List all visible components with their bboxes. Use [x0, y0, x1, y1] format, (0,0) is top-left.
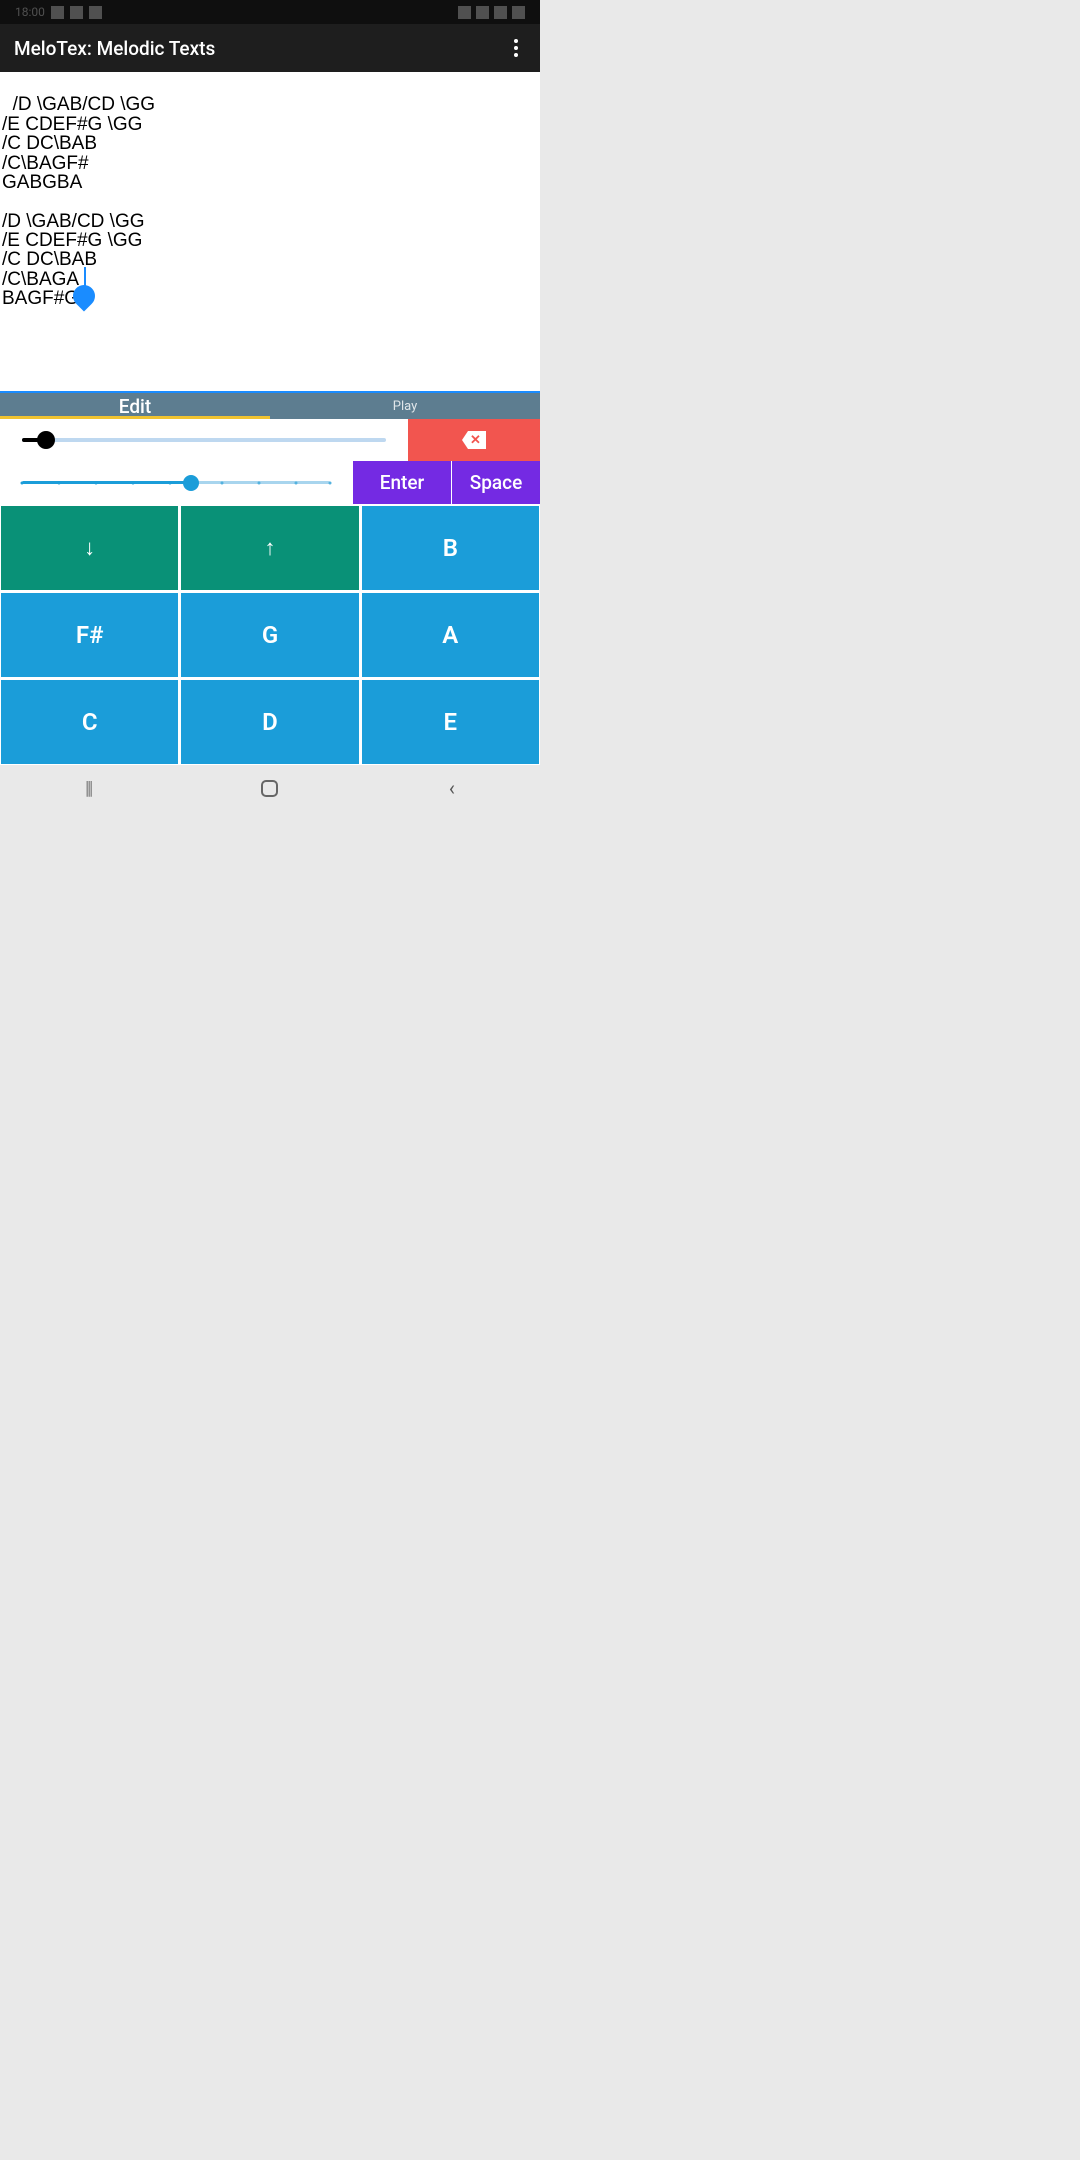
more-options-icon[interactable] [506, 31, 526, 65]
key-octave-up[interactable]: ↑ [181, 506, 358, 590]
signal-icon [494, 6, 507, 19]
octave-slider[interactable] [22, 438, 386, 442]
android-nav-bar: ||| ‹ [0, 765, 540, 811]
status-bar: 18:00 [0, 0, 540, 24]
tab-play-label: Play [393, 399, 418, 414]
key-label: B [443, 534, 458, 562]
key-label: D [262, 708, 278, 736]
key-note-c[interactable]: C [1, 680, 178, 764]
nav-recent-button[interactable]: ||| [85, 778, 91, 799]
app-title: MeloTex: Melodic Texts [14, 37, 215, 60]
check-icon [89, 6, 102, 19]
melody-editor[interactable]: /D \GAB/CD \GG /E CDEF#G \GG /C DC\BAB /… [0, 72, 540, 391]
tempo-slider-wrap [0, 461, 352, 504]
key-octave-down[interactable]: ↓ [1, 506, 178, 590]
enter-button-label: Enter [380, 471, 425, 494]
key-label: F# [76, 621, 104, 649]
snooze-icon [70, 6, 83, 19]
tab-edit[interactable]: Edit [0, 393, 270, 419]
key-note-g[interactable]: G [181, 593, 358, 677]
backspace-button[interactable]: ✕ [408, 419, 540, 461]
key-label: C [82, 708, 98, 736]
key-note-e[interactable]: E [362, 680, 539, 764]
wifi-icon [476, 6, 489, 19]
key-note-d[interactable]: D [181, 680, 358, 764]
key-label: E [444, 708, 458, 736]
tab-edit-label: Edit [119, 395, 151, 418]
octave-slider-thumb[interactable] [37, 431, 55, 449]
status-time: 18:00 [15, 5, 45, 19]
controls-row-1: ✕ [0, 419, 540, 461]
controls-row-2: Enter Space [0, 461, 540, 504]
space-button[interactable]: Space [452, 461, 540, 504]
key-note-b[interactable]: B [362, 506, 539, 590]
note-keypad: ↓ ↑ B F# G A C D E [0, 504, 540, 765]
nav-home-button[interactable] [261, 780, 278, 797]
editor-content: /D \GAB/CD \GG /E CDEF#G \GG /C DC\BAB /… [2, 94, 155, 309]
enter-button[interactable]: Enter [353, 461, 451, 504]
space-button-label: Space [470, 471, 523, 494]
key-label: A [442, 621, 458, 649]
tempo-slider-thumb[interactable] [183, 475, 199, 491]
battery-icon [512, 6, 525, 19]
arrow-down-icon: ↓ [84, 535, 95, 561]
image-icon [51, 6, 64, 19]
key-note-fsharp[interactable]: F# [1, 593, 178, 677]
mode-tabs: Edit Play [0, 391, 540, 419]
nav-back-button[interactable]: ‹ [449, 776, 455, 800]
alarm-icon [458, 6, 471, 19]
octave-slider-wrap [0, 419, 408, 461]
tempo-slider[interactable] [22, 481, 330, 484]
arrow-up-icon: ↑ [264, 535, 275, 561]
backspace-icon: ✕ [462, 431, 486, 449]
key-note-a[interactable]: A [362, 593, 539, 677]
app-bar: MeloTex: Melodic Texts [0, 24, 540, 72]
key-label: G [262, 621, 278, 649]
tab-play[interactable]: Play [270, 393, 540, 419]
